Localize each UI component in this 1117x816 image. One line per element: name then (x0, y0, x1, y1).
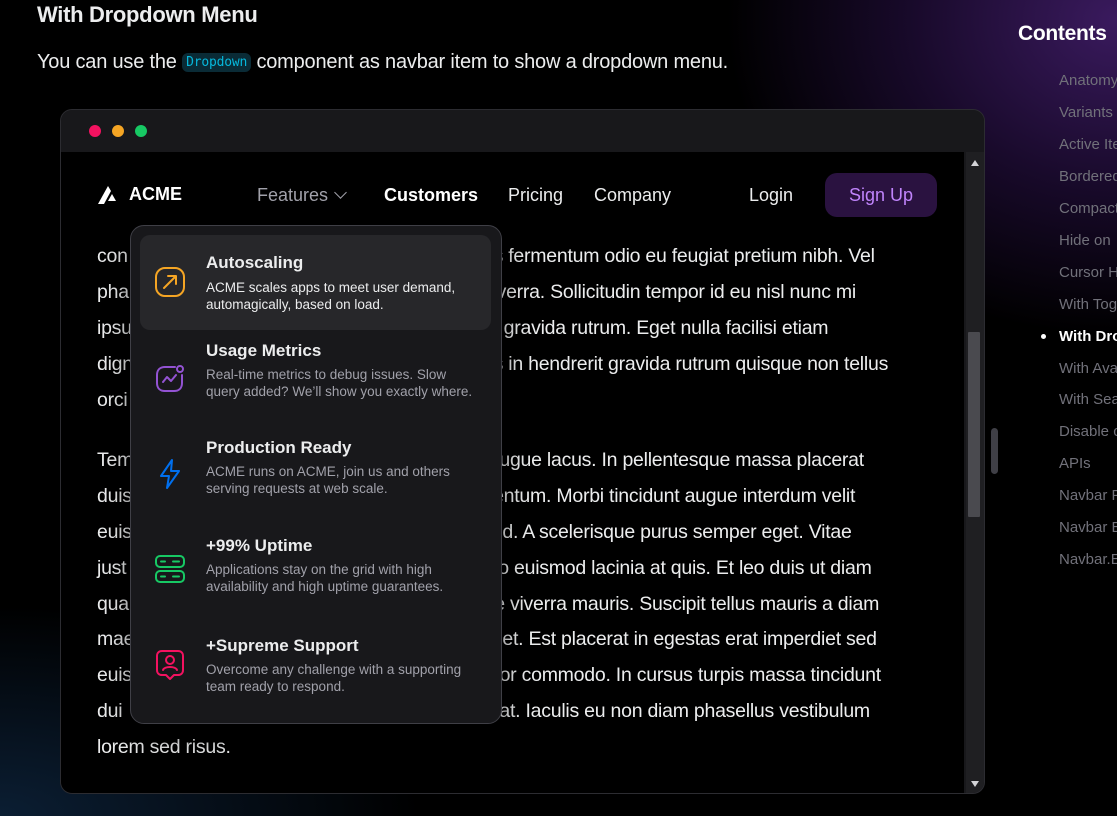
toc-item[interactable]: Navbar E (1059, 519, 1117, 536)
dropdown-item-supreme-support[interactable]: +Supreme Support Overcome any challenge … (140, 626, 491, 711)
user-support-icon (156, 650, 184, 680)
dropdown-item-description: ACME runs on ACME, join us and others se… (206, 464, 450, 496)
toc-current-bullet-icon (1041, 334, 1046, 339)
section-intro: You can use the Dropdown component as na… (37, 51, 728, 74)
toc-item[interactable]: Variants (1059, 104, 1113, 121)
toc-item[interactable]: Compact (1059, 200, 1117, 217)
signup-button[interactable]: Sign Up (825, 173, 937, 217)
toc-item[interactable]: Hide on (1059, 232, 1111, 249)
scroll-down-arrow-icon[interactable] (971, 781, 979, 787)
paragraph-line: lorem sed risus. (97, 736, 231, 759)
features-dropdown-menu: Autoscaling ACME scales apps to meet use… (130, 225, 502, 724)
toc-title: Contents (1018, 22, 1107, 45)
scroll-thumb[interactable] (968, 332, 980, 517)
brand[interactable]: ACME (97, 184, 182, 205)
toc-item[interactable]: Navbar.E (1059, 551, 1117, 568)
dropdown-item-title: +99% Uptime (206, 536, 313, 555)
toc-item[interactable]: Anatomy (1059, 72, 1117, 89)
toc-item[interactable]: Navbar P (1059, 487, 1117, 504)
toc-item[interactable]: With Tog (1059, 296, 1117, 313)
maximize-dot (135, 125, 147, 137)
login-link[interactable]: Login (749, 185, 793, 206)
acme-logo-icon (98, 185, 116, 204)
toc-item[interactable]: With Sea (1059, 391, 1117, 408)
dropdown-item-autoscaling[interactable]: Autoscaling ACME scales apps to meet use… (140, 235, 491, 330)
toc-item[interactable]: With Ava (1059, 360, 1117, 377)
nav-link-pricing[interactable]: Pricing (508, 185, 563, 206)
activity-icon (156, 365, 184, 392)
inline-code: Dropdown (182, 53, 252, 72)
dropdown-item-description: Real-time metrics to debug issues. Slow … (206, 367, 473, 399)
preview-scrollbar[interactable] (966, 152, 984, 793)
scroll-up-arrow-icon[interactable] (971, 160, 979, 166)
resize-handle[interactable] (991, 428, 998, 474)
server-icon (155, 555, 185, 583)
nav-link-company[interactable]: Company (594, 185, 671, 206)
nav-link-customers[interactable]: Customers (384, 185, 478, 206)
dropdown-item-title: Usage Metrics (206, 341, 322, 360)
close-dot (89, 125, 101, 137)
autoscaling-icon (155, 267, 185, 297)
intro-text-before: You can use the (37, 51, 183, 73)
preview-viewport: ACME Features Customers Pricing Company … (61, 152, 964, 793)
dropdown-item-description: Overcome any challenge with a supporting… (206, 662, 462, 694)
intro-text-after: component as navbar item to show a dropd… (251, 51, 729, 73)
nav-features-label: Features (257, 185, 329, 205)
dropdown-item-title: Production Ready (206, 438, 352, 457)
dropdown-item-description: ACME scales apps to meet user demand, au… (206, 280, 456, 312)
toc-item[interactable]: APIs (1059, 455, 1091, 472)
dropdown-item-uptime[interactable]: +99% Uptime Applications stay on the gri… (140, 531, 491, 611)
toc-item-current[interactable]: With Dro (1059, 328, 1117, 345)
dropdown-item-title: +Supreme Support (206, 636, 359, 655)
browser-window-mock: ACME Features Customers Pricing Company … (60, 109, 985, 794)
section-title: With Dropdown Menu (37, 2, 258, 27)
window-titlebar (61, 110, 984, 152)
dropdown-item-production-ready[interactable]: Production Ready ACME runs on ACME, join… (140, 435, 491, 515)
chevron-down-icon (334, 186, 347, 199)
toc-item[interactable]: Active Ite (1059, 136, 1117, 153)
nav-features-trigger[interactable]: Features (257, 185, 347, 206)
flash-icon (160, 459, 180, 489)
minimize-dot (112, 125, 124, 137)
toc-item[interactable]: Disable c (1059, 423, 1117, 440)
dropdown-item-title: Autoscaling (206, 253, 304, 272)
dropdown-item-usage-metrics[interactable]: Usage Metrics Real-time metrics to debug… (140, 331, 491, 421)
toc-item[interactable]: Cursor H (1059, 264, 1117, 281)
dropdown-item-description: Applications stay on the grid with high … (206, 562, 444, 594)
toc-item[interactable]: Bordered (1059, 168, 1117, 185)
brand-name: ACME (129, 184, 182, 204)
